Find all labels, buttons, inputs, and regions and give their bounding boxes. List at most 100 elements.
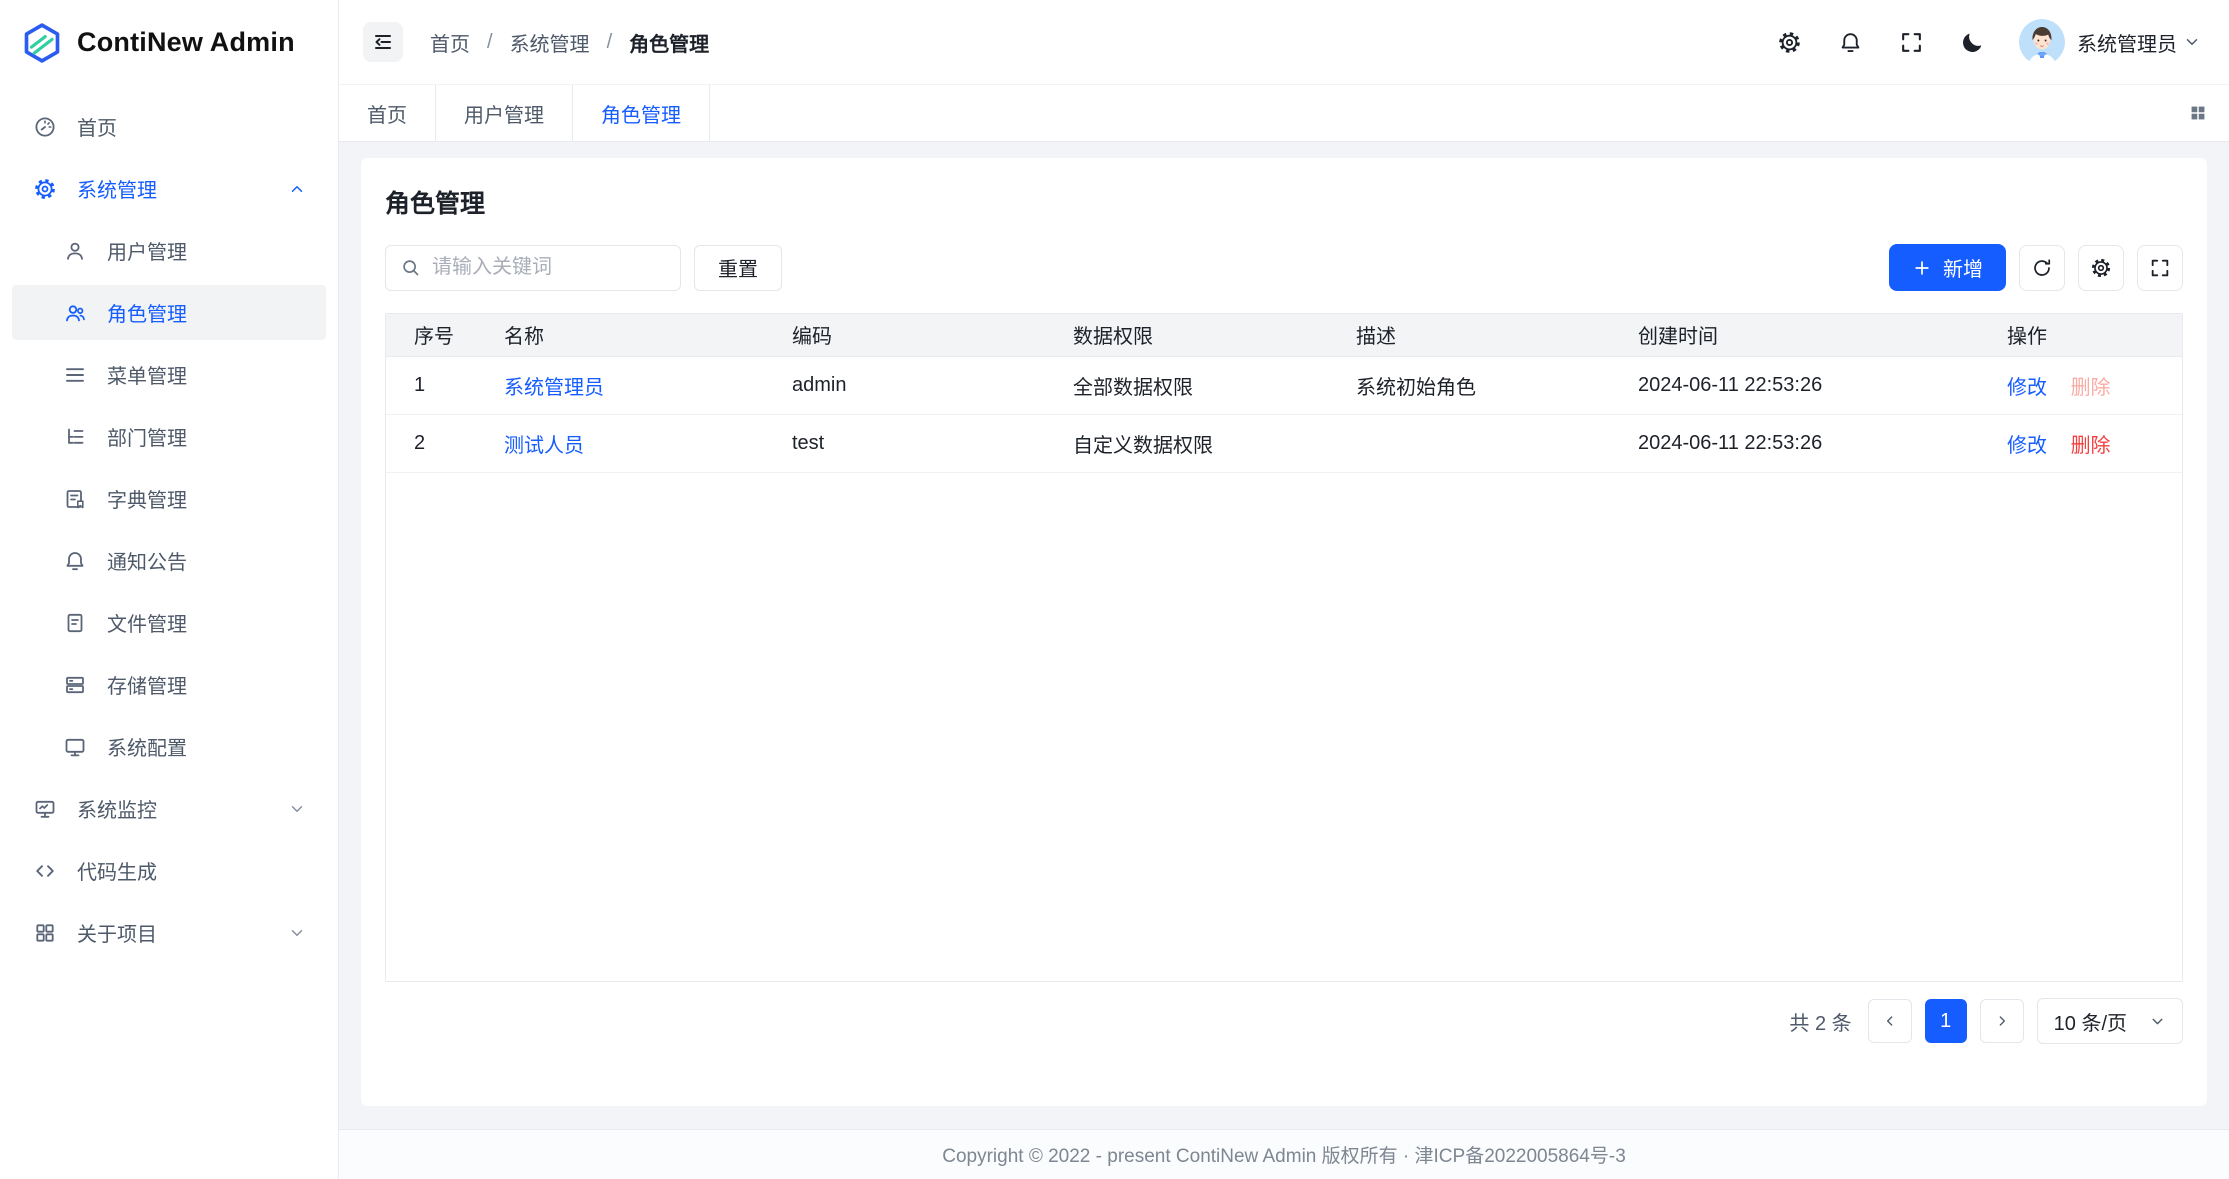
breadcrumb-separator: / — [607, 31, 613, 54]
table-fullscreen-button[interactable] — [2137, 245, 2183, 291]
column-header-name: 名称 — [476, 314, 764, 356]
cell-data-scope: 自定义数据权限 — [1045, 414, 1328, 472]
sidebar-item-home[interactable]: 首页 — [12, 99, 326, 154]
table-row: 1 系统管理员 admin 全部数据权限 系统初始角色 2024-06-11 2… — [386, 356, 2182, 414]
dictionary-icon — [63, 487, 87, 511]
prev-page-button[interactable] — [1868, 999, 1912, 1043]
dark-mode-button[interactable] — [1958, 28, 1986, 56]
sidebar-item-user-management[interactable]: 用户管理 — [12, 223, 326, 278]
cell-created-at: 2024-06-11 22:53:26 — [1610, 356, 1979, 414]
storage-icon — [63, 673, 87, 697]
code-icon — [33, 859, 57, 883]
chevron-up-icon — [288, 180, 306, 198]
page-number-button[interactable]: 1 — [1925, 999, 1967, 1043]
user-icon — [63, 239, 87, 263]
add-button[interactable]: 新增 — [1889, 244, 2006, 291]
chevron-down-icon — [288, 800, 306, 818]
moon-icon — [1960, 30, 1985, 55]
sidebar: ContiNew Admin 首页 系统管理 用户管理 角色管理 — [0, 0, 339, 1179]
column-header-seq: 序号 — [386, 314, 476, 356]
delete-link-disabled: 删除 — [2071, 377, 2111, 399]
sidebar-item-menu-management[interactable]: 菜单管理 — [12, 347, 326, 402]
user-group-icon — [63, 301, 87, 325]
tab-home[interactable]: 首页 — [339, 85, 436, 141]
apps-icon — [33, 921, 57, 945]
cell-description — [1328, 414, 1610, 472]
sidebar-item-role-management[interactable]: 角色管理 — [12, 285, 326, 340]
toolbar-actions: 新增 — [1889, 244, 2183, 291]
user-menu[interactable]: 系统管理员 — [2077, 28, 2201, 57]
sidebar-item-department-management[interactable]: 部门管理 — [12, 409, 326, 464]
refresh-button[interactable] — [2019, 245, 2065, 291]
app-window: ContiNew Admin 首页 系统管理 用户管理 角色管理 — [0, 0, 2229, 1179]
notifications-button[interactable] — [1836, 28, 1864, 56]
column-header-actions: 操作 — [1979, 314, 2182, 356]
breadcrumb-separator: / — [487, 31, 493, 54]
tab-role-management[interactable]: 角色管理 — [573, 85, 710, 141]
search-input[interactable] — [432, 256, 666, 279]
chevron-right-icon — [1994, 1013, 2010, 1029]
edit-link[interactable]: 修改 — [2007, 435, 2047, 457]
tab-user-management[interactable]: 用户管理 — [436, 85, 573, 141]
breadcrumb: 首页 / 系统管理 / 角色管理 — [430, 28, 709, 57]
chevron-down-icon — [2183, 33, 2201, 51]
delete-link[interactable]: 删除 — [2071, 435, 2111, 457]
sidebar-menu: 首页 系统管理 用户管理 角色管理 菜单管理 部门管理 — [0, 85, 338, 967]
menu-fold-icon — [371, 30, 395, 54]
menu-lines-icon — [63, 363, 87, 387]
chevron-down-icon — [288, 924, 306, 942]
role-name-link[interactable]: 测试人员 — [504, 435, 584, 457]
column-header-description: 描述 — [1328, 314, 1610, 356]
sidebar-item-code-generation[interactable]: 代码生成 — [12, 843, 326, 898]
reset-button[interactable]: 重置 — [694, 245, 782, 291]
gear-icon — [33, 177, 57, 201]
cell-description: 系统初始角色 — [1328, 356, 1610, 414]
app-title: ContiNew Admin — [77, 27, 295, 58]
next-page-button[interactable] — [1980, 999, 2024, 1043]
column-header-created-at: 创建时间 — [1610, 314, 1979, 356]
role-management-card: 角色管理 重置 新增 — [361, 158, 2207, 1106]
chevron-down-icon — [2149, 1013, 2166, 1030]
table-settings-button[interactable] — [2078, 245, 2124, 291]
sidebar-item-dictionary-management[interactable]: 字典管理 — [12, 471, 326, 526]
cell-code: test — [764, 414, 1045, 472]
bell-icon — [63, 549, 87, 573]
fullscreen-icon — [2149, 257, 2171, 279]
roles-table: 序号 名称 编码 数据权限 描述 创建时间 操作 1 系统管理员 — [385, 313, 2183, 982]
sidebar-item-system-monitor[interactable]: 系统监控 — [12, 781, 326, 836]
plus-icon — [1912, 258, 1932, 278]
fullscreen-button[interactable] — [1897, 28, 1925, 56]
role-name-link[interactable]: 系统管理员 — [504, 377, 604, 399]
tab-list-button[interactable] — [2187, 85, 2209, 141]
breadcrumb-item-system[interactable]: 系统管理 — [510, 28, 590, 57]
tab-bar: 首页 用户管理 角色管理 — [339, 85, 2229, 142]
sidebar-item-about-project[interactable]: 关于项目 — [12, 905, 326, 960]
avatar[interactable] — [2019, 19, 2065, 65]
cell-data-scope: 全部数据权限 — [1045, 356, 1328, 414]
breadcrumb-item-home[interactable]: 首页 — [430, 28, 470, 57]
sidebar-item-notice[interactable]: 通知公告 — [12, 533, 326, 588]
fullscreen-icon — [1899, 30, 1924, 55]
cell-code: admin — [764, 356, 1045, 414]
header-actions: 系统管理员 — [1742, 19, 2201, 65]
settings-button[interactable] — [1775, 28, 1803, 56]
breadcrumb-item-current: 角色管理 — [629, 28, 709, 57]
page-size-select[interactable]: 10 条/页 — [2037, 998, 2183, 1044]
gear-icon — [2090, 257, 2112, 279]
search-box — [385, 245, 681, 291]
apps-grid-icon — [2187, 102, 2209, 124]
copyright-text: Copyright © 2022 - present ContiNew Admi… — [942, 1141, 1626, 1168]
cell-seq: 1 — [386, 356, 476, 414]
edit-link[interactable]: 修改 — [2007, 377, 2047, 399]
sidebar-collapse-button[interactable] — [363, 22, 403, 62]
avatar-image — [2019, 19, 2065, 65]
sidebar-item-storage-management[interactable]: 存储管理 — [12, 657, 326, 712]
logo[interactable]: ContiNew Admin — [0, 0, 338, 85]
sidebar-item-system-config[interactable]: 系统配置 — [12, 719, 326, 774]
sidebar-item-file-management[interactable]: 文件管理 — [12, 595, 326, 650]
cell-seq: 2 — [386, 414, 476, 472]
sidebar-item-system-management[interactable]: 系统管理 — [12, 161, 326, 216]
logo-hexagon-icon — [20, 21, 64, 65]
column-header-data-scope: 数据权限 — [1045, 314, 1328, 356]
pagination: 共 2 条 1 10 条/页 — [385, 998, 2183, 1044]
